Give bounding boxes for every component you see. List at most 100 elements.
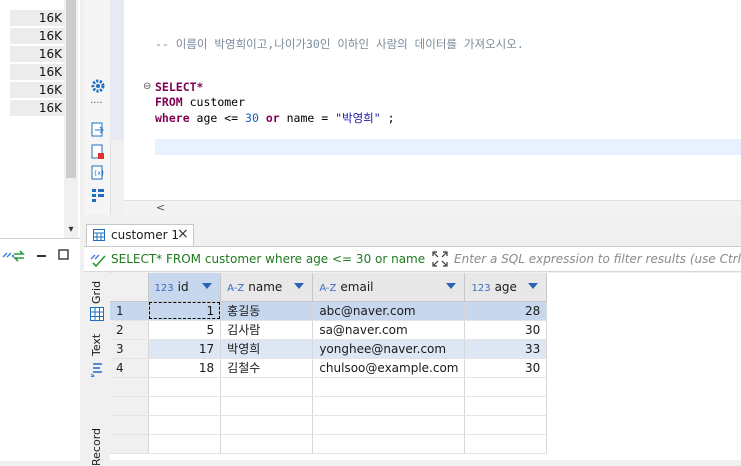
dropdown-arrow-icon[interactable] — [294, 283, 305, 289]
cell-email[interactable]: sa@naver.com — [312, 320, 466, 340]
tab-grid[interactable]: Grid — [90, 281, 103, 304]
empty-row — [110, 434, 741, 454]
tab-customer-results[interactable]: customer 1 × — [86, 224, 194, 246]
column-header-age[interactable]: 123 age — [464, 273, 548, 302]
svg-text:{x}: {x} — [94, 170, 105, 177]
table-row[interactable]: 2 5 김사람 sa@naver.com 30 — [110, 320, 741, 340]
numeric-type-icon: 123 — [471, 282, 491, 294]
keyword-select: SELECT* — [155, 80, 204, 94]
sql-line-where: where age <= 30 or name = "박영희" ; — [155, 110, 395, 126]
column-label: email — [340, 279, 374, 294]
table-row[interactable]: 4 18 김철수 chulsoo@example.com 30 — [110, 358, 741, 378]
scroll-left-icon[interactable]: < — [156, 201, 165, 214]
number-literal: 30 — [245, 111, 259, 125]
cell-id[interactable]: 1 — [148, 301, 222, 321]
keyword-where: where — [155, 111, 190, 125]
table-row[interactable]: 1 1 홍길동 abc@naver.com 28 — [110, 301, 741, 321]
empty-header-space — [546, 273, 741, 301]
statement-end: ; — [380, 111, 395, 125]
size-cell: 16K — [10, 82, 64, 98]
text-view-icon[interactable] — [90, 362, 105, 377]
sql-line-select: SELECT* — [155, 80, 203, 94]
column-header-name[interactable]: A-Z name — [220, 273, 314, 302]
string-literal: "박영희" — [335, 111, 381, 125]
cell-name[interactable]: 박영희 — [220, 339, 314, 359]
cell-id[interactable]: 17 — [148, 339, 222, 359]
sync-arrows-icon[interactable] — [12, 249, 26, 263]
keyword-or: or — [265, 111, 280, 125]
cell-name[interactable]: 김철수 — [220, 358, 314, 378]
dropdown-arrow-icon[interactable] — [528, 283, 539, 289]
sql-comment: -- 이름이 박영희이고,나이가30인 이하인 사람의 데이터를 가져오시오. — [155, 37, 524, 51]
empty-row — [110, 396, 741, 416]
more-dots-icon[interactable]: ···· — [90, 98, 103, 109]
maximize-icon[interactable] — [58, 249, 70, 261]
tab-text[interactable]: Text — [90, 334, 103, 356]
numeric-type-icon: 123 — [154, 282, 174, 294]
cell-id[interactable]: 5 — [148, 320, 222, 340]
column-label: id — [177, 279, 189, 294]
text-type-icon: A-Z — [227, 282, 245, 294]
cell-age[interactable]: 33 — [464, 339, 548, 359]
grid-view-icon[interactable] — [90, 307, 105, 322]
fold-collapse-icon[interactable]: ⊖ — [143, 81, 151, 92]
size-cell: 16K — [10, 100, 64, 116]
editor-horizontal-scrollbar[interactable]: < — [124, 200, 741, 216]
sql-query-icon[interactable] — [90, 251, 108, 267]
tab-record[interactable]: Record — [90, 428, 103, 466]
table-name: customer — [182, 95, 246, 109]
cell-email[interactable]: chulsoo@example.com — [312, 358, 466, 378]
close-icon[interactable]: × — [177, 226, 189, 242]
expand-fullscreen-icon[interactable] — [432, 251, 448, 267]
scrollbar-thumb[interactable] — [66, 0, 76, 178]
text-type-icon: A-Z — [319, 282, 337, 294]
cell-email[interactable]: abc@naver.com — [312, 301, 466, 321]
sql-file-icon[interactable]: {x} — [91, 165, 105, 181]
export-icon[interactable] — [91, 122, 105, 138]
column-header-id[interactable]: 123 id — [148, 273, 222, 302]
editor-gutter — [110, 0, 124, 140]
new-script-icon[interactable] — [91, 144, 105, 160]
condition-age: age <= — [189, 111, 246, 125]
keyword-from: FROM — [155, 95, 183, 109]
settings-gear-icon[interactable] — [90, 78, 106, 94]
row-number[interactable]: 1 — [110, 301, 149, 321]
dropdown-arrow-icon[interactable] — [202, 283, 213, 289]
row-header-corner — [110, 273, 149, 302]
clipped-code-line — [155, 0, 455, 6]
size-cell: 16K — [10, 46, 64, 62]
cell-age[interactable]: 28 — [464, 301, 548, 321]
cell-name[interactable]: 홍길동 — [220, 301, 314, 321]
table-icon — [93, 229, 105, 241]
row-number[interactable]: 3 — [110, 339, 149, 359]
row-number[interactable]: 2 — [110, 320, 149, 340]
cell-id[interactable]: 18 — [148, 358, 222, 378]
results-grid: 123 id A-Z name A-Z email 123 age 1 1 홍길동 ab… — [110, 273, 741, 460]
column-label: name — [248, 279, 283, 294]
editor-side-toolbar: ···· {x} — [84, 0, 111, 215]
current-line-highlight — [155, 139, 741, 155]
table-row[interactable]: 3 17 박영희 yonghee@naver.com 33 — [110, 339, 741, 359]
tab-label: customer 1 — [111, 228, 179, 242]
filter-query-text: SELECT* FROM customer where age <= 30 or… — [111, 252, 427, 266]
cell-age[interactable]: 30 — [464, 320, 548, 340]
size-cell: 16K — [10, 64, 64, 80]
cell-age[interactable]: 30 — [464, 358, 548, 378]
bottom-left-toolbar — [0, 238, 80, 461]
filter-input[interactable] — [452, 249, 741, 269]
dropdown-arrow-icon[interactable] — [446, 283, 457, 289]
sql-line-from: FROM customer — [155, 95, 245, 109]
column-header-email[interactable]: A-Z email — [312, 273, 466, 302]
empty-row — [110, 415, 741, 435]
row-number[interactable]: 4 — [110, 358, 149, 378]
column-label: age — [494, 279, 517, 294]
size-cell: 16K — [10, 10, 64, 26]
cell-name[interactable]: 김사람 — [220, 320, 314, 340]
condition-name: name = — [279, 111, 336, 125]
scroll-down-icon[interactable]: ▾ — [66, 224, 76, 236]
cell-email[interactable]: yonghee@naver.com — [312, 339, 466, 359]
results-table: 123 id A-Z name A-Z email 123 age 1 1 홍길동 ab… — [110, 273, 741, 454]
outline-icon[interactable] — [91, 187, 105, 203]
minimize-icon[interactable] — [36, 251, 48, 261]
empty-row — [110, 377, 741, 397]
